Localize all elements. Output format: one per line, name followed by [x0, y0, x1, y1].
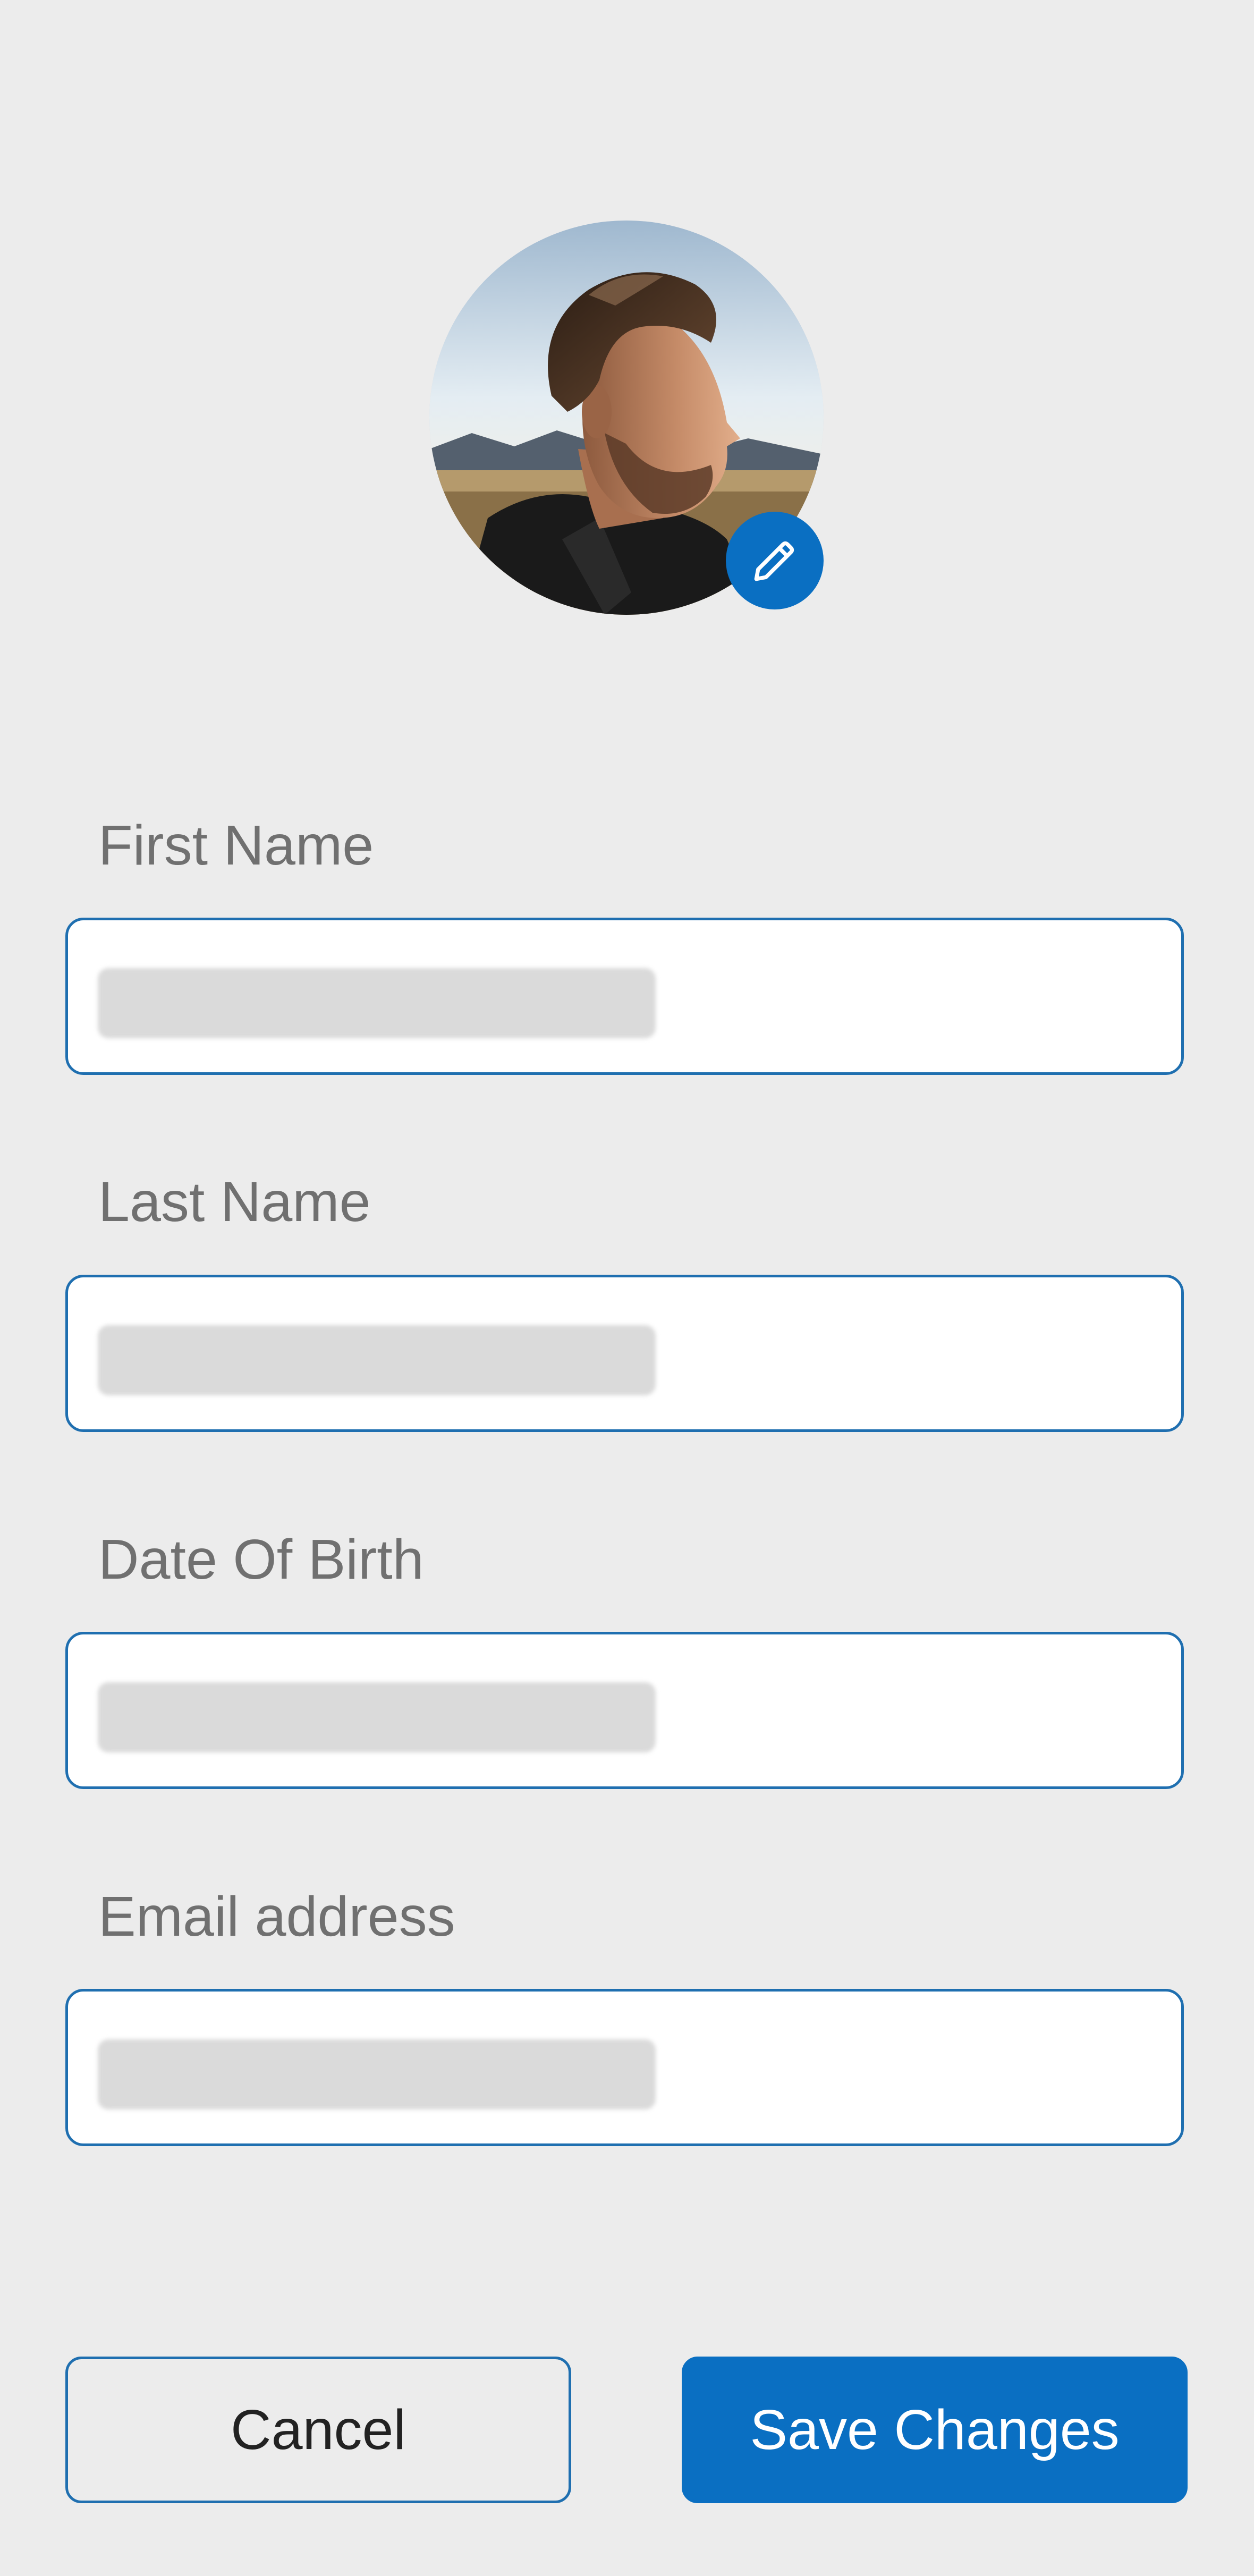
- pencil-icon: [754, 541, 794, 581]
- redacted-value: [98, 1325, 656, 1395]
- redacted-value: [98, 2039, 656, 2109]
- save-changes-button[interactable]: Save Changes: [682, 2357, 1188, 2503]
- last-name-label: Last Name: [98, 1171, 371, 1233]
- last-name-field-container: [65, 1275, 1184, 1432]
- cancel-button[interactable]: Cancel: [65, 2357, 571, 2503]
- redacted-value: [98, 1682, 656, 1752]
- date-of-birth-field-container: [65, 1632, 1184, 1789]
- redacted-value: [98, 968, 656, 1038]
- first-name-label: First Name: [98, 814, 374, 877]
- edit-avatar-button[interactable]: [726, 512, 824, 609]
- email-label: Email address: [98, 1885, 455, 1948]
- email-field-container: [65, 1989, 1184, 2146]
- date-of-birth-label: Date Of Birth: [98, 1528, 424, 1591]
- first-name-field-container: [65, 918, 1184, 1075]
- profile-avatar-section: [429, 221, 824, 615]
